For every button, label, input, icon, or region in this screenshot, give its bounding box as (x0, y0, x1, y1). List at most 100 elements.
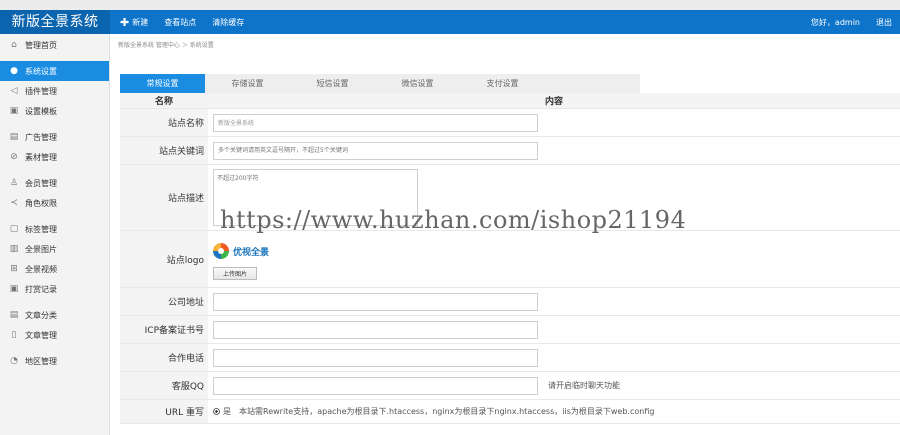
icp-label: ICP备案证书号 (120, 316, 208, 343)
form-row-url-rewrite: URL 重写 是 本站需Rewrite支持，apache为根目录下.htacce… (120, 400, 900, 424)
column-header-content: 内容 (544, 97, 563, 107)
settings-form: 名称 内容 站点名称 站点关键词 站点描述 站点logo 优视全景 (120, 93, 900, 424)
tab-storage[interactable]: 存储设置 (205, 74, 290, 93)
logo-preview: 优视全景 上传图片 (213, 238, 301, 280)
sidebar-item-label: 全景视频 (25, 264, 57, 274)
tab-wechat[interactable]: 微信设置 (375, 74, 460, 93)
sidebar-item-plugins[interactable]: ◁ 插件管理 (0, 81, 109, 101)
sidebar-item-label: 打赏记录 (25, 284, 57, 294)
keywords-label: 站点关键词 (120, 137, 208, 164)
clip-icon: ⊘ (10, 152, 18, 162)
sidebar-item-materials[interactable]: ⊘ 素材管理 (0, 147, 109, 167)
site-name-label: 站点名称 (120, 109, 208, 136)
url-rewrite-option: 是 本站需Rewrite支持，apache为根目录下.htaccess，ngin… (213, 406, 654, 417)
sidebar-item-label: 系统设置 (25, 66, 57, 76)
browser-top-strip (0, 0, 900, 10)
breadcrumb: 新版全景系统 管理中心 ＞ 系统设置 (118, 42, 214, 49)
sidebar-item-ads[interactable]: ▤ 广告管理 (0, 127, 109, 147)
watermark-text: https://www.huzhan.com/ishop21194 (220, 206, 687, 234)
form-row-icp: ICP备案证书号 (120, 316, 900, 344)
sidebar-item-members[interactable]: ♙ 会员管理 (0, 173, 109, 193)
form-row-logo: 站点logo 优视全景 上传图片 (120, 231, 900, 288)
form-row-keywords: 站点关键词 (120, 137, 900, 165)
column-header-name: 名称 (120, 93, 208, 108)
sidebar-item-home[interactable]: ⌂ 管理首页 (0, 35, 109, 55)
user-greeting: 您好，admin (810, 17, 860, 27)
app-title: 新版全景系统 (0, 10, 110, 34)
sidebar: ⌂ 管理首页 ● 系统设置 ◁ 插件管理 ▣ 设置模板 ▤ 广告管理 ⊘ 素材管理 ♙ 会员管… (0, 34, 110, 435)
sidebar-item-label: 标签管理 (25, 224, 57, 234)
form-row-site-name: 站点名称 (120, 109, 900, 137)
table-header: 名称 内容 (120, 93, 900, 109)
file-icon: ▯ (11, 330, 17, 340)
top-header: 新版全景系统 ✚ 新建 查看站点 清除缓存 您好，admin 退出 (0, 10, 900, 34)
logo-image: 优视全景 (213, 238, 301, 264)
sidebar-item-label: 全景图片 (25, 244, 57, 254)
url-rewrite-radio[interactable] (213, 408, 220, 415)
tag-icon: ▢ (9, 224, 19, 234)
plane-icon: ◁ (10, 86, 18, 96)
sidebar-item-label: 地区管理 (25, 356, 57, 366)
new-label: 新建 (132, 17, 149, 27)
sidebar-item-templates[interactable]: ▣ 设置模板 (0, 101, 109, 121)
template-icon: ▣ (9, 106, 19, 116)
sidebar-item-label: 会员管理 (25, 178, 57, 188)
member-icon: ♙ (9, 178, 19, 188)
logo-text: 优视全景 (233, 247, 270, 258)
logo-label: 站点logo (120, 231, 208, 287)
sidebar-item-panorama-images[interactable]: ▥ 全景图片 (0, 239, 109, 259)
sidebar-item-system-settings[interactable]: ● 系统设置 (0, 61, 109, 81)
record-icon: ▣ (9, 284, 19, 294)
clear-cache-link[interactable]: 清除缓存 (212, 17, 244, 28)
phone-input[interactable] (213, 348, 538, 367)
tab-general[interactable]: 常规设置 (120, 74, 205, 93)
tab-payment[interactable]: 支付设置 (460, 74, 545, 93)
url-rewrite-option-label: 是 (223, 407, 231, 416)
sidebar-item-roles[interactable]: ≺ 角色权限 (0, 193, 109, 213)
sidebar-item-tips[interactable]: ▣ 打赏记录 (0, 279, 109, 299)
upload-image-button[interactable]: 上传图片 (213, 267, 257, 280)
plus-icon: ✚ (120, 15, 130, 29)
phone-label: 合作电话 (120, 344, 208, 371)
qq-hint: 请开启临时聊天功能 (548, 381, 620, 390)
form-row-address: 公司地址 (120, 288, 900, 316)
view-site-link[interactable]: 查看站点 (164, 17, 196, 28)
grid-icon: ⊞ (10, 264, 18, 274)
address-input[interactable] (213, 292, 538, 311)
main-content: 新版全景系统 管理中心 ＞ 系统设置 常规设置 存储设置 短信设置 微信设置 支… (110, 34, 900, 435)
home-icon: ⌂ (11, 40, 17, 50)
user-area: 您好，admin 退出 (811, 10, 892, 34)
image-icon: ▥ (9, 244, 19, 254)
sidebar-item-label: 管理首页 (25, 40, 57, 50)
sidebar-item-label: 文章分类 (25, 310, 57, 320)
qq-input[interactable] (213, 376, 538, 395)
sidebar-item-articles[interactable]: ▯ 文章管理 (0, 325, 109, 345)
form-row-qq: 客服QQ 请开启临时聊天功能 (120, 372, 900, 400)
sidebar-item-label: 文章管理 (25, 330, 57, 340)
sidebar-item-label: 角色权限 (25, 198, 57, 208)
sidebar-item-article-categories[interactable]: ▤ 文章分类 (0, 305, 109, 325)
qq-label: 客服QQ (120, 372, 208, 399)
settings-tabs: 常规设置 存储设置 短信设置 微信设置 支付设置 (120, 74, 640, 93)
tab-sms[interactable]: 短信设置 (290, 74, 375, 93)
region-icon: ◔ (10, 356, 18, 366)
url-rewrite-note: 本站需Rewrite支持，apache为根目录下.htaccess，nginx为… (239, 407, 655, 416)
sidebar-item-label: 素材管理 (25, 152, 57, 162)
sidebar-item-tags[interactable]: ▢ 标签管理 (0, 219, 109, 239)
sidebar-item-label: 广告管理 (25, 132, 57, 142)
form-row-phone: 合作电话 (120, 344, 900, 372)
sidebar-item-panorama-videos[interactable]: ⊞ 全景视频 (0, 259, 109, 279)
new-button[interactable]: ✚ 新建 (120, 16, 148, 29)
sidebar-item-regions[interactable]: ◔ 地区管理 (0, 351, 109, 371)
gear-icon: ● (10, 66, 18, 76)
site-name-input[interactable] (213, 113, 538, 132)
url-rewrite-label: URL 重写 (120, 400, 208, 423)
description-label: 站点描述 (120, 165, 208, 230)
logout-link[interactable]: 退出 (876, 17, 892, 28)
top-nav: ✚ 新建 查看站点 清除缓存 (110, 10, 250, 34)
share-icon: ≺ (10, 198, 18, 208)
keywords-input[interactable] (213, 141, 538, 160)
icp-input[interactable] (213, 320, 538, 339)
ad-icon: ▤ (9, 132, 19, 142)
logo-mark-icon (213, 243, 229, 259)
